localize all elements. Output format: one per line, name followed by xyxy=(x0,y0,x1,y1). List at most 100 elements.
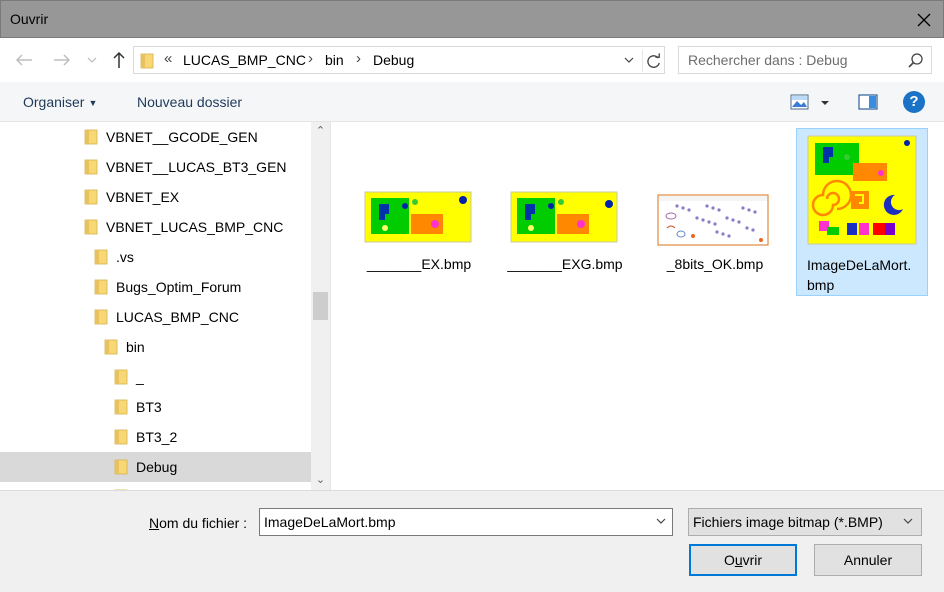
vertical-scrollbar[interactable]: ⌃ ⌄ xyxy=(311,122,330,490)
tree-item[interactable]: VBNET__GCODE_GEN xyxy=(0,122,311,152)
breadcrumb-bin[interactable]: bin xyxy=(325,52,344,68)
file-item[interactable]: _______EX.bmp xyxy=(353,128,485,296)
folder-icon xyxy=(114,429,128,445)
organize-button[interactable]: Organiser ▼ xyxy=(23,94,97,110)
scroll-up-arrow-icon[interactable]: ⌃ xyxy=(311,122,330,141)
open-label-accesskey: u xyxy=(734,552,743,568)
folder-icon xyxy=(94,309,108,325)
recent-locations-chevron-icon[interactable] xyxy=(84,48,100,72)
open-button[interactable]: Ouvrir xyxy=(689,544,797,576)
tree-item-label: bin xyxy=(126,339,145,355)
help-icon[interactable]: ? xyxy=(903,91,925,113)
cancel-button[interactable]: Annuler xyxy=(814,544,922,576)
tree-item[interactable]: Bugs_Optim_Forum xyxy=(0,272,311,302)
back-arrow-icon[interactable] xyxy=(12,48,36,72)
title-bar: Ouvrir xyxy=(0,0,944,38)
file-type-value: Fichiers image bitmap (*.BMP) xyxy=(693,514,883,530)
tree-item-label: VBNET_LUCAS_BMP_CNC xyxy=(106,219,284,235)
folder-icon xyxy=(84,129,98,145)
file-list: _______EX.bmp _______EXG.bmp _8bits_OK.b… xyxy=(331,122,944,490)
file-name: _______EXG.bmp xyxy=(507,256,623,272)
folder-icon xyxy=(84,189,98,205)
tree-item-label: LUCAS_BMP_CNC xyxy=(116,309,239,325)
tree-item-label: _ xyxy=(136,369,144,385)
file-item-selected[interactable]: ImageDeLaMort. bmp xyxy=(796,128,928,296)
breadcrumb-separator-icon[interactable]: › xyxy=(356,50,361,67)
file-name-line1: ImageDeLaMort. xyxy=(807,257,912,273)
tree-item[interactable]: BT3 xyxy=(0,392,311,422)
folder-icon xyxy=(140,53,154,69)
breadcrumb-debug[interactable]: Debug xyxy=(373,52,414,68)
close-icon[interactable] xyxy=(913,9,935,31)
file-name-line2: bmp xyxy=(807,277,835,293)
folder-icon xyxy=(84,219,98,235)
caret-down-icon: ▼ xyxy=(88,98,98,109)
folder-icon xyxy=(114,399,128,415)
tree-item[interactable]: VBNET_EX xyxy=(0,182,311,212)
chevron-down-icon[interactable] xyxy=(901,514,915,528)
folder-icon xyxy=(114,369,128,385)
file-type-select[interactable]: Fichiers image bitmap (*.BMP) xyxy=(688,508,922,536)
folder-icon xyxy=(94,249,108,265)
tree-item[interactable]: VBNET__LUCAS_BT3_GEN xyxy=(0,152,311,182)
tree-item-label: BT3_2 xyxy=(136,429,178,445)
file-name-label: Nom du fichier : xyxy=(149,515,247,531)
scrollbar-thumb[interactable] xyxy=(313,292,328,320)
tree-item[interactable]: Debug xyxy=(0,452,311,482)
refresh-icon[interactable] xyxy=(642,50,664,72)
open-label-rest: vrir xyxy=(742,552,763,568)
command-bar: Organiser ▼ Nouveau dossier ? xyxy=(0,82,944,122)
tree-item[interactable]: BT3_2 xyxy=(0,422,311,452)
new-folder-button[interactable]: Nouveau dossier xyxy=(137,94,242,110)
tree-item-label: VBNET_EX xyxy=(106,189,180,205)
tree-item[interactable]: _ xyxy=(0,362,311,392)
tree-item[interactable]: .vs xyxy=(0,242,311,272)
search-placeholder: Rechercher dans : Debug xyxy=(688,52,848,68)
tree-item[interactable]: VBNET_LUCAS_BMP_CNC xyxy=(0,212,311,242)
folder-icon xyxy=(84,159,98,175)
tree-item-label: VBNET__GCODE_GEN xyxy=(106,129,258,145)
open-label-pre: O xyxy=(723,552,735,568)
search-icon[interactable] xyxy=(907,52,925,70)
navigation-bar: « LUCAS_BMP_CNC › bin › Debug Rechercher… xyxy=(0,38,944,82)
tree-item-label: .vs xyxy=(116,249,134,265)
file-name: _8bits_OK.bmp xyxy=(666,256,764,272)
chevron-down-icon[interactable] xyxy=(654,514,668,528)
bitmap-thumbnail-icon xyxy=(657,194,769,246)
file-name-combobox[interactable]: ImageDeLaMort.bmp xyxy=(259,508,673,536)
address-dropdown-chevron-icon[interactable] xyxy=(620,51,638,69)
breadcrumb-separator-icon[interactable]: › xyxy=(308,50,313,67)
folder-icon xyxy=(114,459,128,475)
file-name-label-accesskey: N xyxy=(149,515,160,531)
address-overflow-chevron[interactable]: « xyxy=(164,50,172,67)
folder-icon xyxy=(94,279,108,295)
forward-arrow-icon[interactable] xyxy=(50,48,74,72)
window-title: Ouvrir xyxy=(10,11,49,27)
breadcrumb-lucas-bmp-cnc[interactable]: LUCAS_BMP_CNC xyxy=(183,52,306,68)
file-name: ImageDeLaMort. bmp xyxy=(807,255,927,295)
scroll-down-arrow-icon[interactable]: ⌄ xyxy=(311,471,330,490)
bitmap-thumbnail-icon xyxy=(807,135,917,245)
preview-pane-icon[interactable] xyxy=(858,93,878,111)
tree-item-label: VBNET__LUCAS_BT3_GEN xyxy=(106,159,287,175)
bottom-bar: Nom du fichier : ImageDeLaMort.bmp Fichi… xyxy=(0,490,944,592)
file-name-label-text: om du fichier : xyxy=(159,515,248,531)
organize-label: Organiser xyxy=(23,94,85,110)
navigation-pane: VBNET__GCODE_GEN VBNET__LUCAS_BT3_GEN VBNE… xyxy=(0,122,330,490)
address-bar[interactable]: « LUCAS_BMP_CNC › bin › Debug xyxy=(133,46,665,74)
up-arrow-icon[interactable] xyxy=(107,48,131,72)
change-view-icon[interactable] xyxy=(790,93,830,113)
file-name: _______EX.bmp xyxy=(366,256,472,272)
folder-icon xyxy=(104,339,118,355)
bitmap-thumbnail-icon xyxy=(364,191,472,243)
file-name-value[interactable]: ImageDeLaMort.bmp xyxy=(264,514,396,530)
search-input[interactable]: Rechercher dans : Debug xyxy=(678,46,932,74)
file-item[interactable]: _______EXG.bmp xyxy=(499,128,631,296)
tree-item[interactable]: bin xyxy=(0,332,311,362)
bitmap-thumbnail-icon xyxy=(510,191,618,243)
file-item[interactable]: _8bits_OK.bmp xyxy=(649,128,781,296)
tree-item-label: Bugs_Optim_Forum xyxy=(116,279,242,295)
tree-item[interactable]: LUCAS_BMP_CNC xyxy=(0,302,311,332)
tree-item-label: Debug xyxy=(136,459,178,475)
tree-item-partial[interactable] xyxy=(0,482,311,490)
